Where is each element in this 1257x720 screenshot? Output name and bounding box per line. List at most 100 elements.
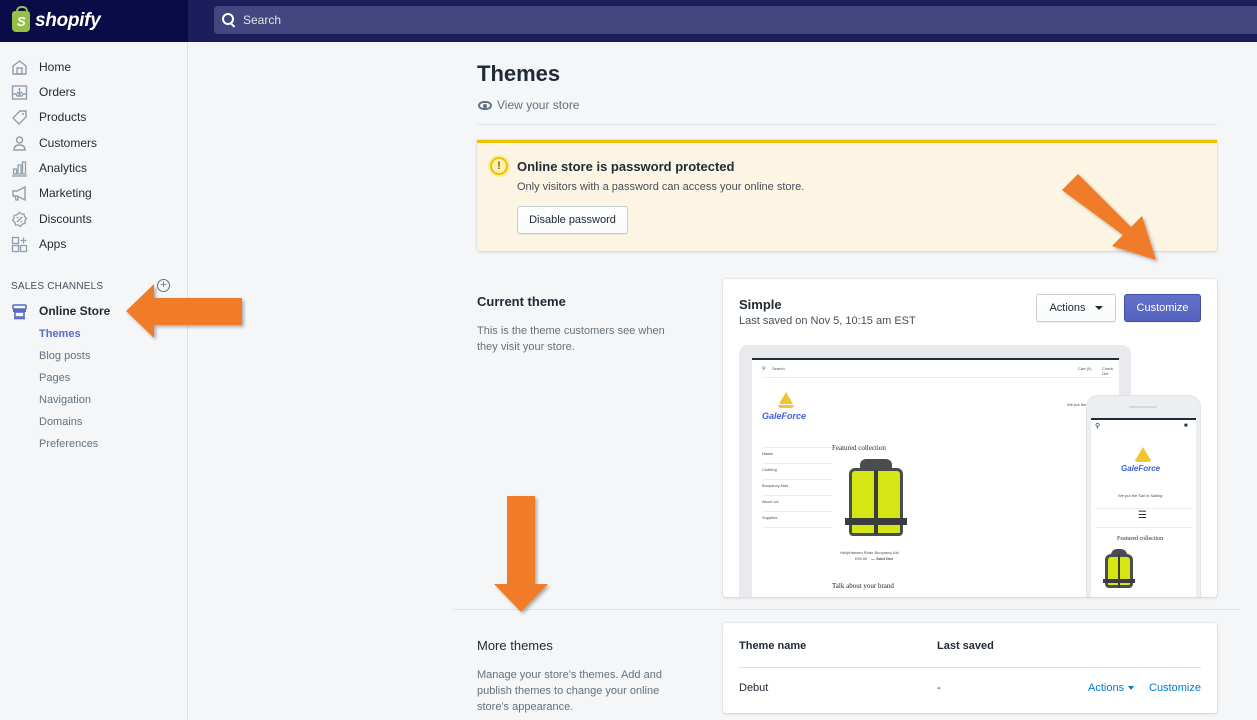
sidebar-item-apps[interactable]: Apps (0, 232, 187, 256)
chevron-down-icon (1094, 306, 1103, 310)
row-actions-button[interactable]: Actions (1088, 682, 1135, 694)
warning-icon: ! (490, 157, 508, 175)
chevron-down-icon (1128, 686, 1135, 691)
preview-nav-item: Clothing (762, 467, 777, 472)
life-vest-image (837, 457, 915, 547)
preview-talk-heading: Talk about your brand (832, 582, 894, 590)
sidebar-item-marketing[interactable]: Marketing (0, 181, 187, 205)
search-icon (222, 13, 236, 27)
customize-theme-button[interactable]: Customize (1124, 294, 1201, 322)
top-bar: S shopify (0, 0, 1257, 42)
add-sales-channel-button[interactable]: + (157, 279, 170, 292)
actions-label: Actions (1049, 302, 1086, 314)
current-theme-heading: Current theme (477, 294, 566, 309)
preview-search-icon: ⚲ (762, 366, 766, 372)
eye-icon (478, 100, 492, 110)
desktop-preview: ⚲ Search Cart (0) Check Out GaleForce We… (752, 358, 1119, 597)
mobile-search-icon: ⚲ (1095, 423, 1101, 430)
sidebar-item-label: Orders (39, 85, 76, 99)
hamburger-menu-icon: ☰ (1138, 510, 1147, 521)
theme-row-last-saved: - (937, 682, 941, 694)
phone-speaker (1129, 406, 1157, 408)
shopify-bag-icon: S (12, 5, 30, 32)
sidebar-subitem-pages[interactable]: Pages (39, 372, 70, 384)
row-actions-label: Actions (1088, 682, 1125, 694)
preview-sold-out: — Sold Out (871, 556, 893, 561)
preview-product-name: HellyHansen Rider Buoyancy Aid (840, 550, 899, 555)
preview-logo-sail-icon (779, 392, 793, 404)
sidebar-subitem-preferences[interactable]: Preferences (39, 438, 98, 450)
mobile-screen: ⚲ ■ GaleForce We put the Sail in Sailing… (1091, 418, 1196, 597)
sales-channels-heading: SALES CHANNELS (11, 281, 104, 292)
preview-price: £95.00 (855, 556, 868, 561)
apps-icon (10, 235, 28, 253)
sidebar-subitem-blog-posts[interactable]: Blog posts (39, 350, 90, 362)
divider (477, 124, 1217, 125)
theme-row-name: Debut (739, 682, 769, 694)
preview-nav-item: About Us (762, 499, 779, 504)
sidebar-item-label: Discounts (39, 212, 92, 226)
current-theme-card: Simple Last saved on Nov 5, 10:15 am EST… (723, 279, 1217, 597)
search-bar[interactable] (214, 6, 1257, 34)
mobile-logo-sail-icon (1136, 447, 1150, 459)
theme-preview[interactable]: ⚲ Search Cart (0) Check Out GaleForce We… (739, 345, 1131, 597)
tag-icon (10, 108, 28, 126)
sidebar-item-orders[interactable]: Orders (0, 80, 187, 104)
more-themes-description: Manage your store's themes. Add and publ… (477, 669, 662, 713)
sidebar-subitem-themes[interactable]: Themes (39, 328, 81, 340)
more-themes-heading: More themes (477, 638, 553, 653)
preview-logo: GaleForce (762, 411, 807, 421)
preview-nav-item: Home (762, 451, 773, 456)
person-icon (10, 134, 28, 152)
sidebar-item-home[interactable]: Home (0, 55, 187, 79)
preview-nav-item: Supplies (762, 515, 778, 520)
sidebar-subitem-domains[interactable]: Domains (39, 416, 82, 428)
mobile-life-vest-image (1099, 548, 1139, 594)
banner-title: Online store is password protected (517, 159, 735, 174)
shopify-logo[interactable]: S shopify (0, 0, 188, 42)
sidebar-subitem-navigation[interactable]: Navigation (39, 394, 91, 406)
orders-icon (10, 83, 28, 101)
sidebar-item-label: Marketing (39, 186, 92, 200)
mobile-featured-heading: Featured collection (1117, 536, 1164, 542)
sidebar-item-label: Customers (39, 136, 98, 150)
discount-icon (10, 210, 28, 228)
search-input[interactable] (243, 13, 543, 27)
store-icon (10, 302, 28, 320)
home-icon (10, 58, 28, 76)
sidebar-item-label: Home (39, 60, 72, 74)
banner-text: Only visitors with a password can access… (517, 181, 805, 193)
page-title: Themes (477, 61, 561, 86)
column-header-last-saved: Last saved (937, 640, 994, 652)
current-theme-description: This is the theme customers see when the… (477, 325, 665, 353)
bar-chart-icon (10, 159, 28, 177)
sidebar-item-label: Apps (39, 237, 67, 251)
brand-name: shopify (35, 10, 101, 31)
mobile-cart-icon: ■ (1184, 423, 1188, 429)
disable-password-button[interactable]: Disable password (517, 206, 628, 234)
sidebar-item-online-store[interactable]: Online Store (0, 299, 187, 323)
view-store-link[interactable]: View your store (478, 98, 579, 112)
sidebar-item-label: Products (39, 110, 87, 124)
sidebar-item-label: Analytics (39, 161, 88, 175)
mobile-preview: ⚲ ■ GaleForce We put the Sail in Sailing… (1086, 395, 1201, 597)
megaphone-icon (10, 184, 28, 202)
sidebar-item-discounts[interactable]: Discounts (0, 207, 187, 231)
mobile-logo: GaleForce (1121, 464, 1161, 473)
sidebar-item-analytics[interactable]: Analytics (0, 156, 187, 180)
column-header-theme-name: Theme name (739, 640, 807, 652)
preview-search: Search (772, 366, 785, 371)
preview-checkout: Check Out (1102, 366, 1114, 376)
annotation-arrow-down-icon (494, 496, 548, 612)
sidebar-item-products[interactable]: Products (0, 105, 187, 129)
row-customize-button[interactable]: Customize (1149, 682, 1201, 694)
password-protected-banner: ! Online store is password protected Onl… (477, 140, 1217, 251)
table-divider (739, 667, 1201, 668)
sidebar-item-customers[interactable]: Customers (0, 131, 187, 155)
mobile-tagline: We put the Sail in Sailing (1118, 493, 1163, 498)
preview-cart: Cart (0) (1078, 366, 1092, 371)
view-store-label: View your store (497, 98, 580, 112)
theme-actions-button[interactable]: Actions (1036, 294, 1116, 322)
preview-featured-heading: Featured collection (832, 444, 886, 452)
current-theme-name: Simple (739, 297, 782, 312)
